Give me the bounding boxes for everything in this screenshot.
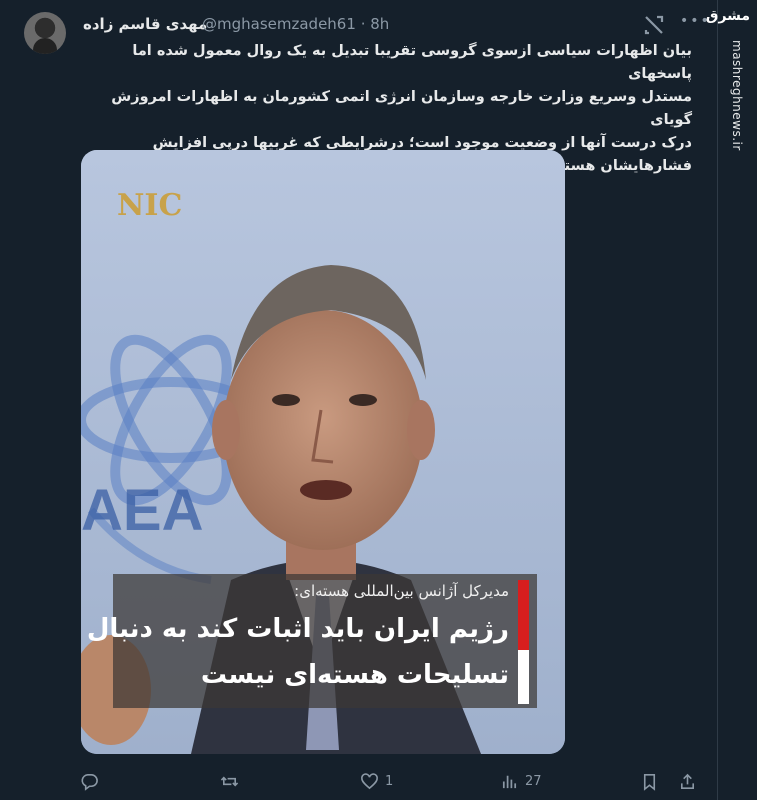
like-count: 1 [385,773,394,789]
site-watermark: mashreghnews.ir [720,0,757,800]
backdrop-text: AEA [81,478,203,543]
tweet-time[interactable]: 8h [370,15,389,33]
tweet-action-bar: 1 27 [80,768,700,794]
nic-logo: NIC [117,188,183,223]
image-caption: مدیرکل آژانس بین‌المللی هسته‌ای: رژیم ای… [87,574,537,708]
meta-separator: · [360,15,366,33]
reply-icon [81,773,98,791]
caption-headline: رژیم ایران باید اثبات کند به دنبال [86,614,509,644]
tweet-image[interactable]: AEA NIC مدیرکل آژانس بین‌المللی هسته‌ای:… [81,150,565,754]
author-name[interactable]: مهدی قاسم زاده [83,15,207,33]
tweet-text-line: مستدل وسریع وزارت خارجه وسازمان انرژی ات… [111,89,692,128]
bookmark-icon [643,773,656,791]
share-button[interactable] [678,768,697,794]
avatar[interactable] [24,12,66,54]
tweet-text-line: بیان اظهارات سیاسی ازسوی گروسی تقریبا تب… [132,43,692,82]
grok-icon[interactable] [643,14,665,36]
reply-button[interactable] [80,768,105,794]
retweet-button[interactable] [220,768,245,794]
caption-accent-bar [518,580,529,650]
caption-headline: تسلیحات هسته‌ای نیست [200,660,509,690]
watermark-site: mashreghnews.ir [730,40,744,151]
views-count: 27 [525,773,542,789]
caption-accent-bar [518,650,529,704]
caption-subtitle: مدیرکل آژانس بین‌المللی هسته‌ای: [294,582,509,600]
bookmark-button[interactable] [640,768,659,794]
views-icon [502,775,517,788]
retweet-icon [220,776,239,786]
tweet-card[interactable]: مهدی قاسم زاده @mghasemzadeh61 · 8h ••• … [0,0,718,800]
tweet-meta: @mghasemzadeh61 · 8h [202,15,389,33]
watermark-logo: مشرق [705,8,751,24]
heart-icon [361,772,378,789]
author-handle[interactable]: @mghasemzadeh61 [202,15,356,33]
views-button[interactable]: 27 [500,768,542,794]
share-icon [680,773,695,789]
like-button[interactable]: 1 [360,768,393,794]
